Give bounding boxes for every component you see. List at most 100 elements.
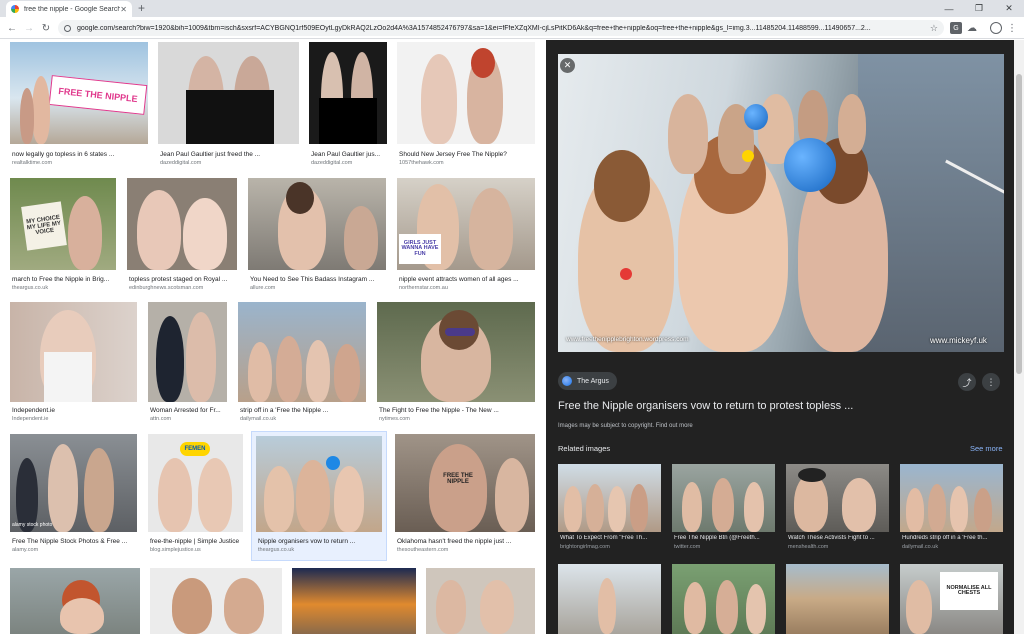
tab-close-icon[interactable]: ✕ (120, 5, 127, 14)
related-thumbnail[interactable] (786, 564, 889, 634)
result-title[interactable]: Woman Arrested for Fr... (150, 407, 225, 414)
result-title[interactable]: Free The Nipple Stock Photos & Free ... (12, 538, 135, 545)
result-thumbnail[interactable]: FEMEN (148, 434, 243, 532)
result-title[interactable]: strip off in a 'Free the Nipple ... (240, 407, 364, 414)
related-image-card[interactable]: NORMALISE ALL CHESTS (900, 564, 1003, 634)
result-thumbnail[interactable]: alamy stock photo (10, 434, 137, 532)
bookmark-star-icon[interactable]: ☆ (930, 23, 938, 34)
result-card[interactable]: MY CHOICE MY LIFE MY VOICE march to Free… (10, 178, 116, 292)
cloud-extension-icon[interactable]: ☁ (966, 22, 978, 34)
result-thumbnail[interactable]: FREE THE NIPPLE (10, 42, 148, 144)
forward-arrow-icon[interactable]: → (21, 20, 37, 36)
extension-g-icon[interactable]: G (950, 22, 962, 34)
result-card[interactable]: FREE THE NIPPLE now legally go topless i… (10, 42, 148, 166)
related-title[interactable]: Watch These Activists Fight to ... (788, 535, 887, 541)
result-thumbnail[interactable]: GIRLS JUST WANNA HAVE FUN (397, 178, 535, 270)
result-card-selected[interactable]: Nipple organisers vow to return ... thea… (251, 431, 387, 561)
result-card[interactable]: alamy stock photo Free The Nipple Stock … (10, 434, 137, 554)
result-thumbnail[interactable] (377, 302, 535, 402)
info-icon[interactable] (64, 24, 71, 32)
result-thumbnail[interactable] (256, 436, 382, 532)
related-image-card[interactable] (786, 564, 889, 634)
related-thumbnail[interactable] (672, 564, 775, 634)
related-image-card[interactable]: What To Expect From "Free Th... brighton… (558, 464, 661, 554)
preview-title[interactable]: Free the Nipple organisers vow to return… (558, 400, 853, 412)
result-title[interactable]: nipple event attracts women of all ages … (399, 276, 533, 283)
related-thumbnail[interactable]: NORMALISE ALL CHESTS (900, 564, 1003, 634)
find-out-more-link[interactable]: Find out more (656, 423, 693, 429)
result-card[interactable]: The Fight to Free the Nipple - The New .… (377, 302, 535, 424)
result-card[interactable]: You Need to See This Badass Instagram ..… (248, 178, 386, 292)
result-thumbnail[interactable] (292, 568, 416, 634)
result-card[interactable]: topless protest staged on Royal ... edin… (127, 178, 237, 292)
page-scrollbar[interactable] (1014, 40, 1024, 634)
related-image-card[interactable]: Free The Nipple Btn (@Freeth... twitter.… (672, 464, 775, 554)
result-thumbnail[interactable] (158, 42, 299, 144)
result-card[interactable]: FEMEN free-the-nipple | Simple Justice b… (148, 434, 243, 554)
result-thumbnail[interactable] (150, 568, 282, 634)
account-avatar-icon[interactable] (990, 22, 1002, 34)
result-card[interactable] (10, 568, 140, 634)
reload-icon[interactable]: ↻ (38, 20, 54, 36)
source-chip[interactable]: The Argus (558, 372, 617, 390)
related-title[interactable]: Hundreds strip off in a 'Free th... (902, 535, 1001, 541)
result-thumbnail[interactable] (238, 302, 366, 402)
result-title[interactable]: The Fight to Free the Nipple - The New .… (379, 407, 533, 414)
result-card[interactable]: Independent.ie Independent.ie (10, 302, 137, 424)
result-card[interactable]: FREE THE NIPPLE Oklahoma hasn't freed th… (395, 434, 535, 554)
new-tab-icon[interactable]: + (138, 1, 145, 16)
result-card[interactable] (292, 568, 416, 634)
result-thumbnail[interactable]: MY CHOICE MY LIFE MY VOICE (10, 178, 116, 270)
chrome-menu-icon[interactable]: ⋮ (1006, 22, 1018, 34)
result-card[interactable]: strip off in a 'Free the Nipple ... dail… (238, 302, 366, 424)
result-thumbnail[interactable] (127, 178, 237, 270)
see-more-link[interactable]: See more (970, 444, 1003, 453)
close-preview-icon[interactable]: ✕ (560, 58, 575, 73)
related-image-card[interactable] (672, 564, 775, 634)
result-thumbnail[interactable] (10, 568, 140, 634)
result-card[interactable]: GIRLS JUST WANNA HAVE FUN nipple event a… (397, 178, 535, 292)
result-card[interactable] (150, 568, 282, 634)
more-options-icon[interactable]: ⋮ (982, 373, 1000, 391)
result-thumbnail[interactable] (10, 302, 137, 402)
result-title[interactable]: Jean Paul Gaultier just freed the ... (160, 151, 297, 158)
related-thumbnail[interactable] (558, 564, 661, 634)
result-title[interactable]: now legally go topless in 6 states ... (12, 151, 146, 158)
related-thumbnail[interactable] (786, 464, 889, 532)
related-thumbnail[interactable] (672, 464, 775, 532)
scrollbar-thumb[interactable] (1016, 74, 1022, 374)
result-title[interactable]: march to Free the Nipple in Brig... (12, 276, 114, 283)
result-title[interactable]: topless protest staged on Royal ... (129, 276, 235, 283)
result-thumbnail[interactable]: FREE THE NIPPLE (395, 434, 535, 532)
related-thumbnail[interactable] (900, 464, 1003, 532)
result-card[interactable]: Jean Paul Gaultier jus... dazeddigital.c… (309, 42, 387, 166)
result-title[interactable]: free-the-nipple | Simple Justice (150, 538, 241, 545)
result-thumbnail[interactable] (426, 568, 535, 634)
preview-main-image[interactable]: www.freethenipplebrighton.wordpress.com … (558, 54, 1004, 352)
address-bar[interactable]: google.com/search?biw=1920&bih=1009&tbm=… (58, 20, 944, 36)
result-card[interactable] (426, 568, 535, 634)
result-title[interactable]: Should New Jersey Free The Nipple? (399, 151, 533, 158)
result-title[interactable]: Jean Paul Gaultier jus... (311, 151, 385, 158)
share-icon[interactable]: ⤴ (958, 373, 976, 391)
related-title[interactable]: What To Expect From "Free Th... (560, 535, 659, 541)
result-title[interactable]: Oklahoma hasn't freed the nipple just ..… (397, 538, 533, 545)
result-thumbnail[interactable] (397, 42, 535, 144)
result-thumbnail[interactable] (148, 302, 227, 402)
url-text[interactable]: google.com/search?biw=1920&bih=1009&tbm=… (77, 25, 926, 32)
result-title[interactable]: Nipple organisers vow to return ... (258, 538, 384, 545)
tab-google-search[interactable]: free the nipple - Google Search ✕ (6, 1, 132, 17)
result-card[interactable]: Should New Jersey Free The Nipple? 1057t… (397, 42, 535, 166)
result-card[interactable]: Woman Arrested for Fr... attn.com (148, 302, 227, 424)
minimize-icon[interactable]: — (934, 0, 964, 17)
maximize-icon[interactable]: ❐ (964, 0, 994, 17)
related-image-card[interactable] (558, 564, 661, 634)
result-card[interactable]: Jean Paul Gaultier just freed the ... da… (158, 42, 299, 166)
related-image-card[interactable]: Watch These Activists Fight to ... mensh… (786, 464, 889, 554)
window-close-icon[interactable]: ✕ (994, 0, 1024, 17)
result-title[interactable]: Independent.ie (12, 407, 135, 414)
result-thumbnail[interactable] (309, 42, 387, 144)
back-arrow-icon[interactable]: ← (4, 20, 20, 36)
related-title[interactable]: Free The Nipple Btn (@Freeth... (674, 535, 773, 541)
result-thumbnail[interactable] (248, 178, 386, 270)
